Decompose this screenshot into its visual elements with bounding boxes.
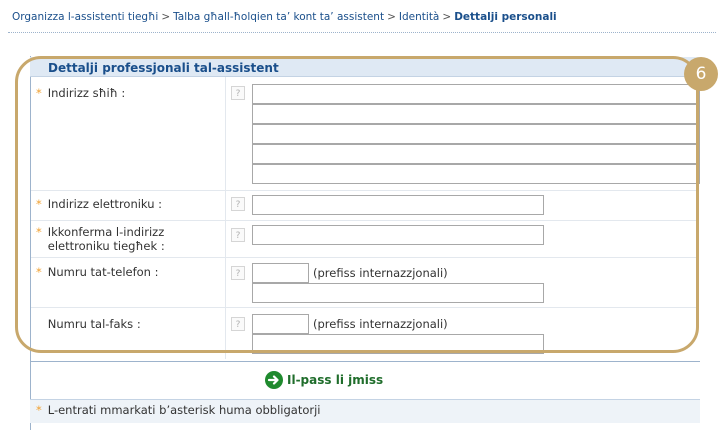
breadcrumb-link-organize-assistants[interactable]: Organizza l-assistenti tiegħi (12, 11, 158, 23)
required-marker: * (36, 225, 42, 239)
fax-number-input[interactable] (252, 334, 544, 354)
fax-label: *Numru tal-faks : (47, 317, 141, 331)
breadcrumb-divider (8, 32, 716, 33)
column-divider (225, 77, 226, 359)
breadcrumb: Organizza l-assistenti tiegħi > Talba għal… (12, 11, 712, 23)
row-divider (31, 220, 699, 221)
help-icon[interactable]: ? (231, 266, 245, 280)
row-divider (31, 307, 699, 308)
email-input[interactable] (252, 195, 544, 215)
address-line-3-input[interactable] (252, 124, 700, 144)
address-label: * Indirizz sħiħ : (36, 86, 126, 100)
address-line-5-input[interactable] (252, 164, 700, 184)
email-confirm-input[interactable] (252, 225, 544, 245)
phone-label: * Numru tat-telefon : (36, 265, 159, 279)
email-confirm-label: * Ikkonferma l-indirizz elettroniku tiegħ… (36, 225, 165, 253)
breadcrumb-separator: > (161, 11, 171, 23)
panel-title: Dettalji professjonali tal-assistent (48, 61, 279, 75)
email-label: * Indirizz elettroniku : (36, 197, 163, 211)
breadcrumb-separator: > (387, 11, 396, 23)
help-icon[interactable]: ? (231, 86, 245, 100)
address-line-1-input[interactable] (252, 84, 700, 104)
phone-number-input[interactable] (252, 283, 544, 303)
row-divider (31, 190, 699, 191)
phone-prefix-hint: (prefiss internazzjonali) (313, 266, 448, 280)
required-marker: * (36, 403, 42, 417)
breadcrumb-current: Dettalji personali (454, 11, 557, 23)
row-divider (31, 257, 699, 258)
required-marker: * (36, 86, 42, 100)
help-icon[interactable]: ? (231, 317, 245, 331)
breadcrumb-link-identity[interactable]: Identità (399, 11, 439, 23)
address-line-4-input[interactable] (252, 144, 700, 164)
address-line-2-input[interactable] (252, 104, 700, 124)
annotation-step-badge: 6 (684, 57, 718, 91)
help-icon[interactable]: ? (231, 228, 245, 242)
required-marker: * (36, 197, 42, 211)
required-marker: * (36, 265, 42, 279)
next-step-button[interactable]: Il-pass li jmiss (265, 371, 383, 389)
arrow-right-circle-icon (265, 371, 283, 389)
fax-prefix-hint: (prefiss internazzjonali) (313, 317, 448, 331)
breadcrumb-link-account-request[interactable]: Talba għall-ħolqien ta’ kont ta’ assiste… (173, 11, 384, 23)
phone-prefix-input[interactable] (252, 263, 309, 283)
panel-divider (30, 361, 700, 362)
breadcrumb-separator: > (442, 11, 452, 23)
next-step-label: Il-pass li jmiss (287, 373, 384, 387)
required-fields-note: * L-entrati mmarkati b’asterisk huma obbl… (36, 403, 321, 417)
help-icon[interactable]: ? (231, 197, 245, 211)
fax-prefix-input[interactable] (252, 314, 309, 334)
